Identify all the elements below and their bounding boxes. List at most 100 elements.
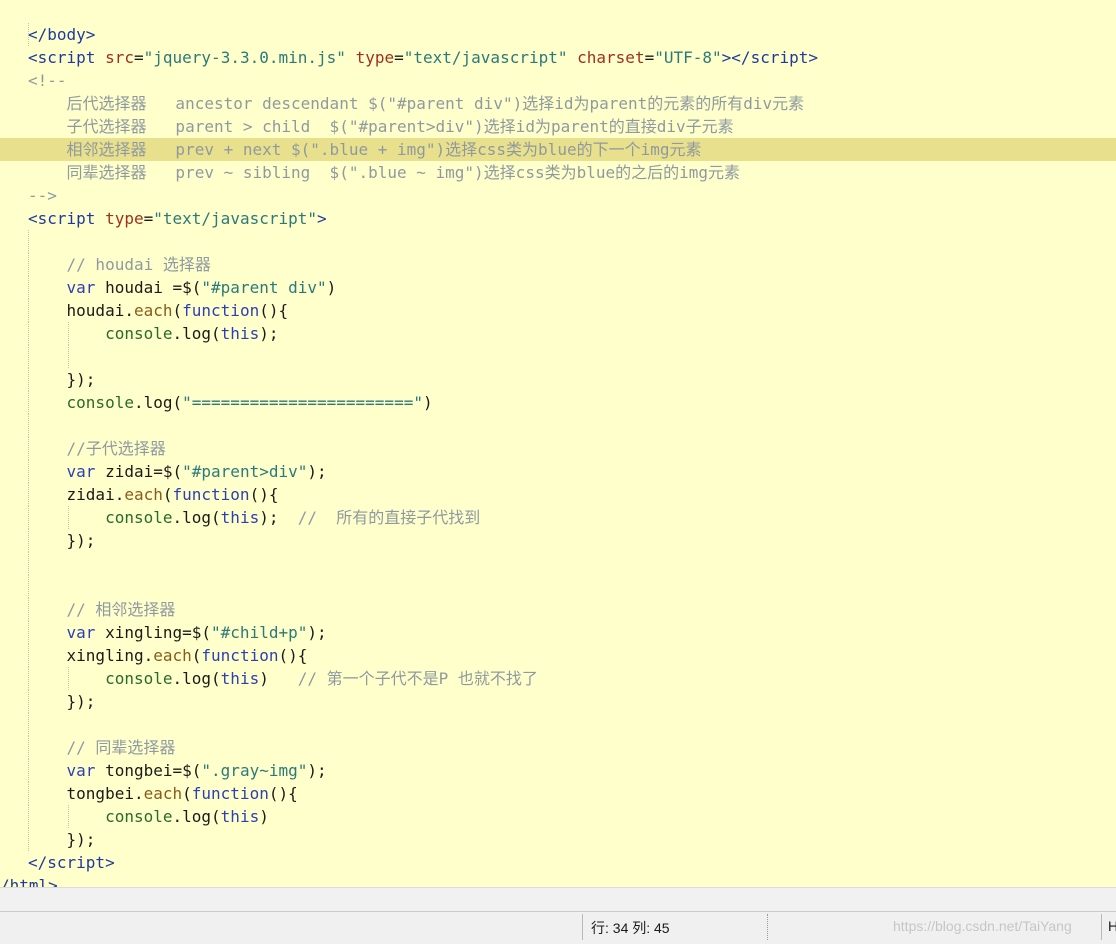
line-content: /html>: [0, 876, 58, 887]
token: "jquery-3.3.0.min.js": [143, 48, 346, 67]
token: =: [143, 209, 154, 228]
token: // 同辈选择器: [66, 738, 176, 757]
code-line-17: console.log("======================="): [0, 391, 1116, 414]
token: <: [28, 48, 38, 67]
code-line-8: -->: [0, 184, 1116, 207]
token: function: [182, 301, 260, 320]
token: xingling.: [28, 646, 154, 665]
line-content: console.log(this);: [28, 322, 278, 345]
token: var: [66, 761, 96, 780]
code-line-24: [0, 552, 1116, 575]
indent-guide: [28, 713, 29, 736]
line-content: });: [28, 370, 96, 389]
line-content: var houdai =$("#parent div"): [28, 276, 337, 299]
token: this: [220, 807, 260, 826]
code-line-18: [0, 414, 1116, 437]
code-line-9: <script type="text/javascript">: [0, 207, 1116, 230]
watermark: https://blog.csdn.net/TaiYang: [893, 918, 1072, 934]
token: (: [162, 485, 173, 504]
token: charset: [577, 48, 645, 67]
code-line-4: 后代选择器 ancestor descendant $("#parent div…: [0, 92, 1116, 115]
status-bar: 行: 34 列: 45 https://blog.csdn.net/TaiYan…: [0, 911, 1116, 944]
token: );: [307, 761, 327, 780]
status-separator: [582, 914, 583, 940]
token: </: [28, 853, 48, 872]
code-line-10: [0, 230, 1116, 253]
line-content: var zidai=$("#parent>div");: [28, 460, 327, 483]
code-line-3: <!--: [0, 69, 1116, 92]
line-content: </body>: [28, 23, 95, 46]
code-line-6-current: 相邻选择器 prev + next $(".blue + img")选择css类…: [0, 138, 1116, 161]
code-line-33: var tongbei=$(".gray~img");: [0, 759, 1116, 782]
cursor-position: 行: 34 列: 45: [591, 920, 670, 936]
token: >: [808, 48, 818, 67]
line-content: 同辈选择器 prev ~ sibling $(".blue ~ img")选择c…: [28, 163, 741, 182]
line-content: var tongbei=$(".gray~img");: [28, 759, 327, 782]
code-editor[interactable]: </body> <script src="jquery-3.3.0.min.js…: [0, 0, 1116, 887]
token: script: [37, 48, 96, 67]
token: (: [182, 784, 192, 803]
token: .log(: [172, 508, 221, 527]
token: .log(: [133, 393, 183, 412]
code-line-26: // 相邻选择器: [0, 598, 1116, 621]
token: script: [37, 209, 96, 228]
token: var: [66, 278, 96, 297]
code-line-37: </script>: [0, 851, 1116, 874]
horizontal-scrollbar[interactable]: [0, 887, 1116, 912]
code-line-34: tongbei.each(function(){: [0, 782, 1116, 805]
line-content: </script>: [28, 851, 115, 874]
code-line-14: console.log(this);: [0, 322, 1116, 345]
token: =: [394, 48, 404, 67]
line-content: });: [28, 692, 96, 711]
status-separator: [767, 914, 768, 940]
line-content: <script type="text/javascript">: [28, 207, 327, 230]
token: type: [105, 209, 144, 228]
code-line-16: });: [0, 368, 1116, 391]
token: var: [66, 623, 96, 642]
token: console: [105, 669, 173, 688]
token: houdai =$(: [95, 278, 202, 297]
code-line-27: var xingling=$("#child+p");: [0, 621, 1116, 644]
code-line-22: console.log(this); // 所有的直接子代找到: [0, 506, 1116, 529]
code-line-1: </body>: [0, 23, 1116, 46]
token: =: [133, 48, 144, 67]
token: this: [220, 324, 260, 343]
token: (){: [268, 784, 298, 803]
line-content: // 同辈选择器: [28, 736, 176, 759]
token: body: [47, 25, 86, 44]
line-content: //子代选择器: [28, 437, 166, 460]
token: ".gray~img": [201, 761, 308, 780]
code-line-19: //子代选择器: [0, 437, 1116, 460]
token: "UTF-8": [654, 48, 722, 67]
line-content: zidai.each(function(){: [28, 483, 279, 506]
status-separator: [1101, 914, 1102, 940]
token: // 所有的直接子代找到: [297, 508, 481, 527]
line-content: 子代选择器 parent > child $("#parent>div")选择i…: [28, 117, 734, 136]
token: >: [105, 853, 115, 872]
indent-guide: [28, 345, 29, 368]
indent-guide: [28, 575, 29, 598]
line-content: console.log("======================="): [28, 391, 433, 414]
token: this: [220, 669, 260, 688]
line-content: // houdai 选择器: [28, 253, 211, 276]
line-content: 相邻选择器 prev + next $(".blue + img")选择css类…: [28, 140, 702, 159]
token: script: [47, 853, 106, 872]
token: each: [124, 485, 163, 504]
token: >: [85, 25, 96, 44]
code-line-38: /html>: [0, 874, 1116, 887]
code-line-11: // houdai 选择器: [0, 253, 1116, 276]
token: (){: [259, 301, 289, 320]
token: function: [172, 485, 250, 504]
line-content: 后代选择器 ancestor descendant $("#parent div…: [28, 94, 805, 113]
line-content: tongbei.each(function(){: [28, 782, 298, 805]
token: );: [307, 623, 327, 642]
